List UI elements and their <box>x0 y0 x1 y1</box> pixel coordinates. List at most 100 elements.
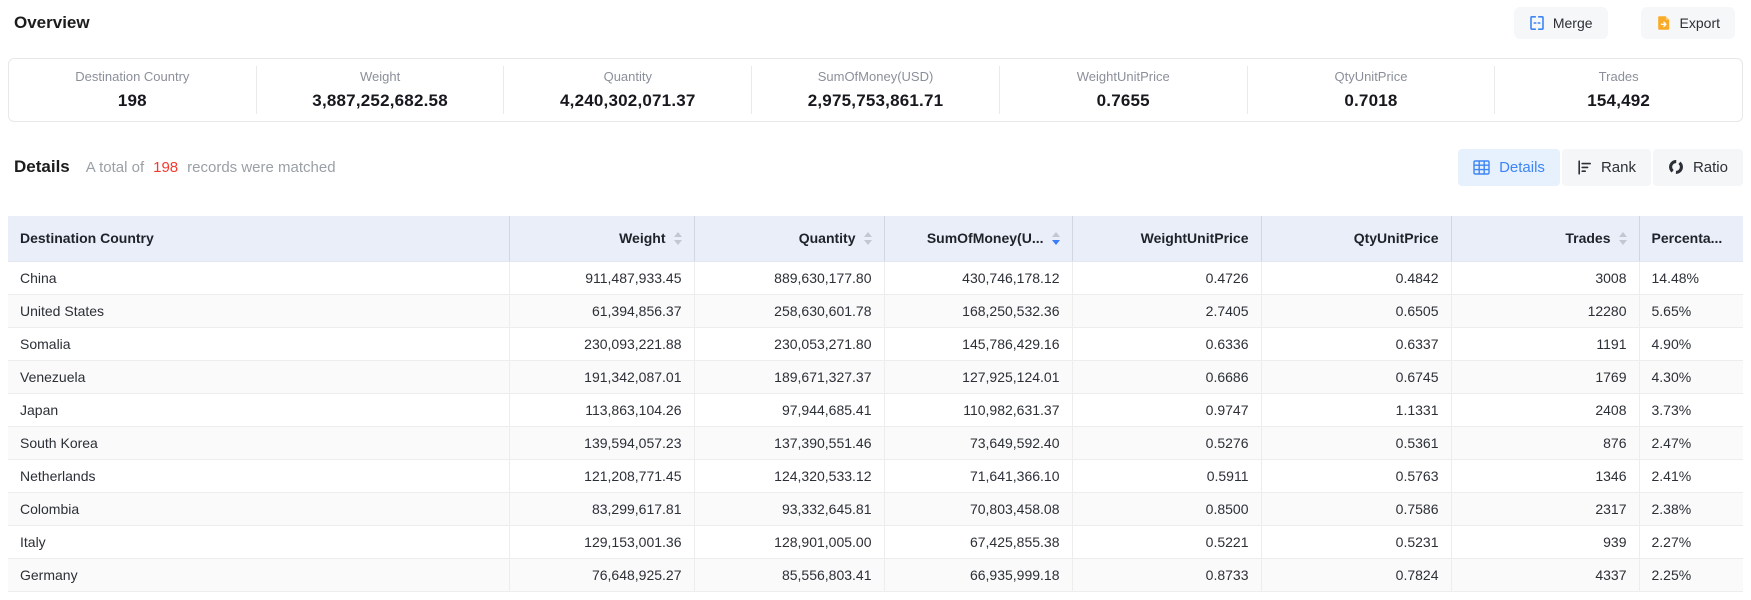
column-header-label: QtyUnitPrice <box>1354 230 1439 246</box>
table-row: Venezuela191,342,087.01189,671,327.37127… <box>8 360 1743 393</box>
sort-control-icon[interactable] <box>864 232 872 245</box>
column-header-label: WeightUnitPrice <box>1141 230 1249 246</box>
cell-trades: 1191 <box>1451 327 1639 360</box>
cell-qty-unit-price: 0.5231 <box>1261 525 1451 558</box>
merge-grid-icon <box>1529 15 1545 31</box>
table-row: South Korea139,594,057.23137,390,551.467… <box>8 426 1743 459</box>
summary-label: Trades <box>1495 69 1742 84</box>
view-button-label: Ratio <box>1693 159 1728 176</box>
table-row: Colombia83,299,617.8193,332,645.8170,803… <box>8 492 1743 525</box>
cell-sum-of-money: 127,925,124.01 <box>884 360 1072 393</box>
view-button-rank[interactable]: Rank <box>1562 149 1651 186</box>
cell-sum-of-money: 145,786,429.16 <box>884 327 1072 360</box>
summary-item-4: WeightUnitPrice 0.7655 <box>999 66 1247 114</box>
cell-sum-of-money: 430,746,178.12 <box>884 261 1072 294</box>
summary-value: 0.7655 <box>1000 91 1247 111</box>
cell-weight: 113,863,104.26 <box>509 393 694 426</box>
cell-quantity: 258,630,601.78 <box>694 294 884 327</box>
summary-item-5: QtyUnitPrice 0.7018 <box>1247 66 1495 114</box>
cell-percentage: 4.30% <box>1639 360 1743 393</box>
cell-country: United States <box>8 294 509 327</box>
sort-desc-icon <box>864 240 872 245</box>
table-grid-icon <box>1473 160 1490 175</box>
summary-item-1: Weight 3,887,252,682.58 <box>256 66 504 114</box>
summary-value: 0.7018 <box>1248 91 1495 111</box>
sort-control-icon[interactable] <box>674 232 682 245</box>
cell-quantity: 230,053,271.80 <box>694 327 884 360</box>
cell-sum-of-money: 73,649,592.40 <box>884 426 1072 459</box>
cell-qty-unit-price: 0.6505 <box>1261 294 1451 327</box>
cell-qty-unit-price: 1.1331 <box>1261 393 1451 426</box>
topbar: Overview Merge <box>8 6 1743 40</box>
cell-weight: 230,093,221.88 <box>509 327 694 360</box>
table-row: Germany76,648,925.2785,556,803.4166,935,… <box>8 558 1743 591</box>
column-header-quantity[interactable]: Quantity <box>694 216 884 261</box>
ratio-donut-icon <box>1668 159 1684 175</box>
cell-sum-of-money: 66,935,999.18 <box>884 558 1072 591</box>
page: Overview Merge <box>0 0 1751 592</box>
column-header-country: Destination Country <box>8 216 509 261</box>
cell-percentage: 2.38% <box>1639 492 1743 525</box>
export-button[interactable]: Export <box>1641 7 1735 39</box>
cell-weight-unit-price: 0.5221 <box>1072 525 1261 558</box>
cell-qty-unit-price: 0.7586 <box>1261 492 1451 525</box>
sort-asc-icon <box>674 232 682 237</box>
cell-qty-unit-price: 0.4842 <box>1261 261 1451 294</box>
column-header-trades[interactable]: Trades <box>1451 216 1639 261</box>
cell-weight-unit-price: 0.5276 <box>1072 426 1261 459</box>
summary-label: WeightUnitPrice <box>1000 69 1247 84</box>
column-header-sum-of-money[interactable]: SumOfMoney(U... <box>884 216 1072 261</box>
summary-value: 154,492 <box>1495 91 1742 111</box>
cell-qty-unit-price: 0.7824 <box>1261 558 1451 591</box>
cell-percentage: 2.25% <box>1639 558 1743 591</box>
sort-desc-icon <box>674 240 682 245</box>
summary-item-2: Quantity 4,240,302,071.37 <box>503 66 751 114</box>
cell-weight: 83,299,617.81 <box>509 492 694 525</box>
cell-weight-unit-price: 0.9747 <box>1072 393 1261 426</box>
sort-desc-icon <box>1619 240 1627 245</box>
cell-sum-of-money: 67,425,855.38 <box>884 525 1072 558</box>
subtitle-suffix: records were matched <box>187 159 335 176</box>
view-button-details[interactable]: Details <box>1458 149 1560 186</box>
column-header-weight-unit-price: WeightUnitPrice <box>1072 216 1261 261</box>
column-header-weight[interactable]: Weight <box>509 216 694 261</box>
export-button-label: Export <box>1680 15 1720 31</box>
cell-sum-of-money: 71,641,366.10 <box>884 459 1072 492</box>
sort-control-icon[interactable] <box>1619 232 1627 245</box>
cell-quantity: 189,671,327.37 <box>694 360 884 393</box>
cell-country: Italy <box>8 525 509 558</box>
record-count: 198 <box>153 159 178 176</box>
column-header-qty-unit-price: QtyUnitPrice <box>1261 216 1451 261</box>
cell-percentage: 2.41% <box>1639 459 1743 492</box>
summary-value: 3,887,252,682.58 <box>257 91 504 111</box>
cell-weight: 129,153,001.36 <box>509 525 694 558</box>
cell-weight: 191,342,087.01 <box>509 360 694 393</box>
merge-button[interactable]: Merge <box>1514 7 1608 39</box>
table-row: Somalia230,093,221.88230,053,271.80145,7… <box>8 327 1743 360</box>
view-button-label: Rank <box>1601 159 1636 176</box>
topbar-buttons: Merge Export <box>1514 7 1735 39</box>
cell-qty-unit-price: 0.6337 <box>1261 327 1451 360</box>
cell-trades: 1769 <box>1451 360 1639 393</box>
cell-weight-unit-price: 0.6336 <box>1072 327 1261 360</box>
export-document-icon <box>1656 15 1672 31</box>
details-title: Details <box>14 157 70 177</box>
summary-label: SumOfMoney(USD) <box>752 69 999 84</box>
cell-qty-unit-price: 0.6745 <box>1261 360 1451 393</box>
cell-quantity: 137,390,551.46 <box>694 426 884 459</box>
column-header-label: SumOfMoney(U... <box>927 230 1044 246</box>
sort-asc-icon <box>1052 232 1060 237</box>
view-button-ratio[interactable]: Ratio <box>1653 149 1743 186</box>
cell-country: Germany <box>8 558 509 591</box>
cell-country: Somalia <box>8 327 509 360</box>
summary-label: Quantity <box>504 69 751 84</box>
cell-weight-unit-price: 0.8733 <box>1072 558 1261 591</box>
cell-country: South Korea <box>8 426 509 459</box>
sort-control-icon[interactable] <box>1052 232 1060 245</box>
cell-weight-unit-price: 2.7405 <box>1072 294 1261 327</box>
summary-label: Weight <box>257 69 504 84</box>
view-button-label: Details <box>1499 159 1545 176</box>
cell-country: Netherlands <box>8 459 509 492</box>
cell-trades: 3008 <box>1451 261 1639 294</box>
details-heading: Details A total of198records were matche… <box>14 157 336 177</box>
